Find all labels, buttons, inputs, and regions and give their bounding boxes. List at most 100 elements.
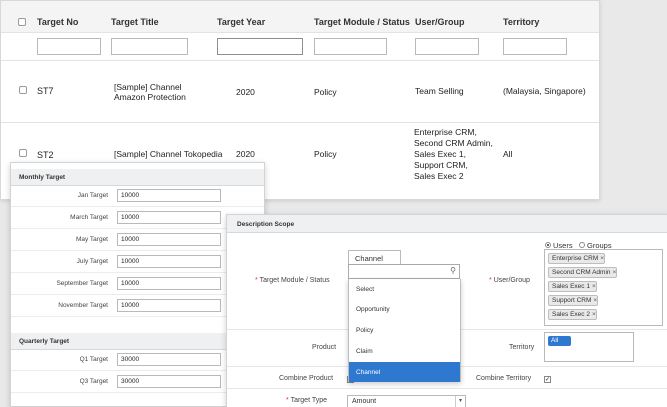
march-target-input[interactable]: 10000 <box>117 211 221 224</box>
target-type-value: Amount <box>352 398 377 405</box>
col-target-module[interactable]: Target Module / Status <box>314 17 410 27</box>
description-scope-title: Description Scope <box>227 215 667 233</box>
target-type-select[interactable]: Amount ▾ <box>347 395 466 407</box>
filter-user-group[interactable] <box>415 38 479 55</box>
target-no[interactable]: ST2 <box>37 150 54 161</box>
july-target-label: July Target <box>76 258 108 265</box>
target-no[interactable]: ST7 <box>37 86 54 97</box>
territory: All <box>503 149 513 159</box>
groups-radio[interactable] <box>579 242 585 248</box>
user-group-line3: Sales Exec 1, <box>414 149 466 159</box>
september-target-input[interactable]: 10000 <box>117 277 221 290</box>
target-type-label-text: Target Type <box>290 397 328 404</box>
user-chip[interactable]: Sales Exec 2 × <box>548 309 597 320</box>
target-year: 2020 <box>236 149 255 159</box>
remove-icon[interactable]: × <box>613 269 617 276</box>
module-option-claim[interactable]: Claim <box>349 341 460 361</box>
chevron-down-icon: ▾ <box>455 396 465 407</box>
module-option-select[interactable]: Select <box>349 279 460 299</box>
combine-territory-checkbox[interactable]: ✓ <box>544 376 551 383</box>
users-multiselect[interactable]: Enterprise CRM × Second CRM Admin × Sales … <box>544 249 663 326</box>
users-radio[interactable] <box>545 242 551 248</box>
user-chip[interactable]: Sales Exec 1 × <box>548 281 597 292</box>
filter-target-title[interactable] <box>111 38 188 55</box>
col-user-group[interactable]: User/Group <box>415 17 465 27</box>
target-year: 2020 <box>236 87 255 97</box>
november-target-label: November Target <box>58 302 108 309</box>
user-group-label-text: User/Group <box>493 277 530 284</box>
march-target-label: March Target <box>70 214 108 221</box>
jan-target-input[interactable]: 10000 <box>117 189 221 202</box>
user-chip-label: Support CRM <box>552 297 592 304</box>
monthly-target-title: Monthly Target <box>11 169 264 186</box>
module-label: * Target Module / Status <box>255 277 330 284</box>
module-label-text: Target Module / Status <box>259 277 330 284</box>
territory-label: Territory <box>509 344 535 351</box>
required-marker: * <box>489 277 492 284</box>
november-target-input[interactable]: 10000 <box>117 299 221 312</box>
user-chip-label: Sales Exec 2 <box>552 311 590 318</box>
territory-chip-all[interactable]: All <box>548 336 571 346</box>
module-search-input[interactable]: ⚲ <box>348 264 460 279</box>
user-group-line4: Support CRM, <box>414 160 468 170</box>
september-target-label: September Target <box>56 280 108 287</box>
module-option-policy[interactable]: Policy <box>349 320 460 340</box>
user-chip[interactable]: Second CRM Admin × <box>548 267 618 278</box>
row-checkbox[interactable] <box>19 86 27 94</box>
module-tab-channel[interactable]: Channel <box>348 250 401 264</box>
q3-target-label: Q3 Target <box>79 378 108 385</box>
target-module: Policy <box>314 149 337 159</box>
table-row[interactable]: ST7 [Sample] Channel Amazon Protection 2… <box>1 61 599 123</box>
col-target-year[interactable]: Target Year <box>217 17 265 27</box>
user-chip-label: Second CRM Admin <box>552 269 611 276</box>
filter-territory[interactable] <box>503 38 567 55</box>
target-title-line1[interactable]: [Sample] Channel Tokopedia <box>114 149 223 160</box>
user-chip-label: Sales Exec 1 <box>552 283 590 290</box>
filter-row <box>1 33 599 61</box>
user-group-line2: Second CRM Admin, <box>414 138 493 148</box>
jan-target-label: Jan Target <box>77 192 108 199</box>
may-target-input[interactable]: 10000 <box>117 233 221 246</box>
user-chip[interactable]: Enterprise CRM × <box>548 253 606 264</box>
module-option-channel[interactable]: Channel <box>349 362 460 382</box>
territory: (Malaysia, Singapore) <box>503 86 586 96</box>
q1-target-label: Q1 Target <box>79 356 108 363</box>
select-all-checkbox[interactable] <box>18 18 26 26</box>
module-option-opportunity[interactable]: Opportunity <box>349 299 460 319</box>
description-scope-panel: Description Scope * Target Module / Stat… <box>226 214 667 407</box>
user-group-line1: Enterprise CRM, <box>414 127 477 137</box>
module-dropdown: Select Opportunity Policy Claim Channel <box>348 279 461 382</box>
col-target-no[interactable]: Target No <box>37 17 78 27</box>
target-module: Policy <box>314 87 337 97</box>
remove-icon[interactable]: × <box>600 255 604 262</box>
required-marker: * <box>255 277 258 284</box>
user-group: Team Selling <box>415 86 464 96</box>
remove-icon[interactable]: × <box>592 283 596 290</box>
filter-target-module[interactable] <box>314 38 387 55</box>
product-label: Product <box>312 344 337 351</box>
user-chip[interactable]: Support CRM × <box>548 295 599 306</box>
filter-target-no[interactable] <box>37 38 101 55</box>
remove-icon[interactable]: × <box>593 297 597 304</box>
table-header-row: Target No Target Title Target Year Targe… <box>1 1 599 33</box>
q3-target-input[interactable]: 30000 <box>117 375 221 388</box>
filter-target-year[interactable] <box>217 38 303 55</box>
col-target-title[interactable]: Target Title <box>111 17 159 27</box>
territory-multiselect[interactable]: All <box>544 332 634 362</box>
user-group-line5: Sales Exec 2 <box>414 171 464 181</box>
target-title-line2[interactable]: Amazon Protection <box>114 92 186 103</box>
col-territory[interactable]: Territory <box>503 17 539 27</box>
user-chip-label: Enterprise CRM <box>552 255 599 262</box>
may-target-label: May Target <box>75 236 108 243</box>
jan-target-row: Jan Target 10000 <box>11 185 264 207</box>
q1-target-input[interactable]: 30000 <box>117 353 221 366</box>
search-icon: ⚲ <box>450 266 456 275</box>
remove-icon[interactable]: × <box>592 311 596 318</box>
july-target-input[interactable]: 10000 <box>117 255 221 268</box>
target-type-label: * Target Type <box>286 397 327 404</box>
combine-product-label: Combine Product <box>279 375 334 382</box>
required-marker: * <box>286 397 289 404</box>
combine-territory-label: Combine Territory <box>476 375 532 382</box>
row-checkbox[interactable] <box>19 149 27 157</box>
user-group-label: * User/Group <box>489 277 530 284</box>
